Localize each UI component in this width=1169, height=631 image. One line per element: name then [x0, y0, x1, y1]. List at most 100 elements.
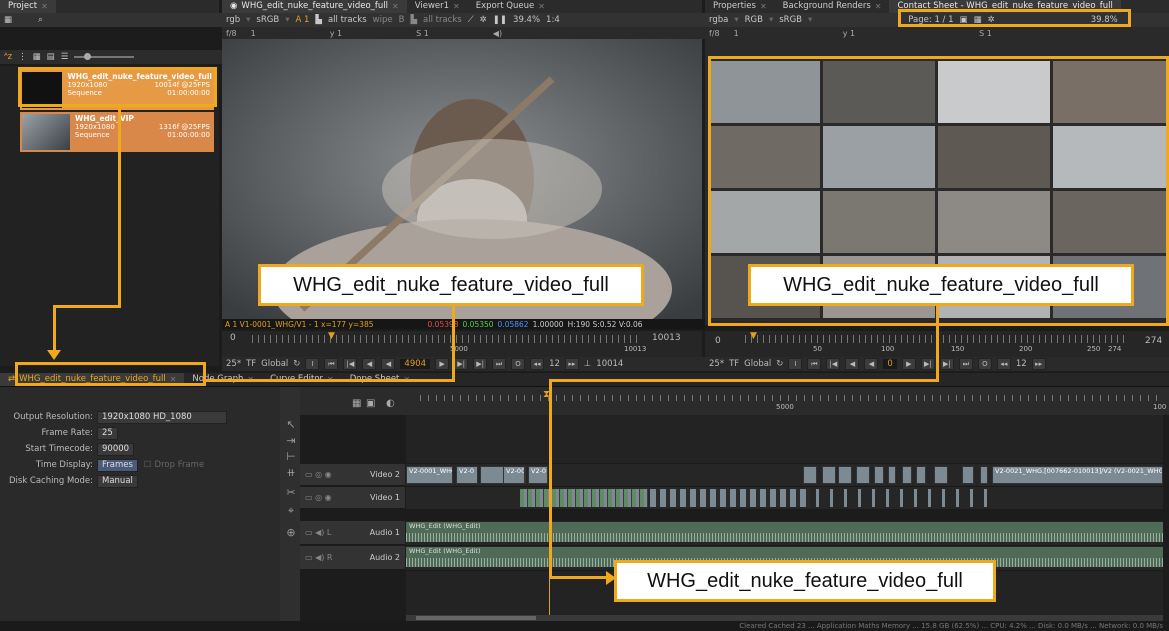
audio-track-controls[interactable]: ▭ ◀) R [305, 553, 332, 562]
viewer-timeline-ruler[interactable]: 0 5000 10013 10013 ▼ [222, 331, 702, 357]
next-frame-button[interactable]: ▶| [454, 358, 469, 370]
last-frame-button[interactable]: ⏭ [492, 358, 507, 370]
track-lane-video-1[interactable] [406, 487, 1163, 510]
track-header-audio-1[interactable]: ▭ ◀) L Audio 1 [300, 521, 405, 545]
timeline-clip[interactable] [874, 466, 884, 484]
drop-frame-checkbox[interactable]: ☐ [144, 460, 152, 470]
timeline-clip[interactable]: V2-000 [503, 466, 525, 484]
track-lane-video-2[interactable]: V2-0001_WHG V2-0 V2-000 V2-0 V2-0021_WHG… [406, 464, 1163, 487]
trim-tool-icon[interactable]: ⊢ [284, 450, 298, 464]
step-forward-button[interactable]: ▸▸ [1031, 358, 1046, 370]
timeline-clip[interactable] [838, 466, 852, 484]
list-view-icon[interactable]: ⋮ [18, 52, 27, 62]
saturation-field[interactable]: S 1 [979, 29, 992, 38]
lut-dropdown[interactable]: RGB [745, 15, 763, 25]
thumb-size-slider[interactable] [74, 53, 135, 60]
current-frame-field[interactable]: 4904 [400, 359, 431, 369]
fstop-field[interactable]: f/8 [226, 29, 237, 38]
timeline-clip[interactable]: V2-0 [456, 466, 478, 484]
last-frame-button[interactable]: ⏭ [958, 358, 973, 370]
play-button[interactable]: ▶ [901, 358, 916, 370]
snap-icon[interactable]: ◐ [386, 398, 395, 409]
close-icon[interactable]: ✕ [392, 0, 399, 13]
snapshot-icon[interactable]: ▣ [366, 398, 375, 409]
close-icon[interactable]: ✕ [538, 0, 545, 13]
razor-tool-icon[interactable]: ✂ [284, 486, 298, 500]
prev-key-button[interactable]: |◀ [826, 358, 841, 370]
tf-dropdown[interactable]: TF [729, 359, 739, 369]
range-mode-dropdown[interactable]: Global [261, 359, 288, 369]
thumb-view-icon[interactable]: ▦ [33, 52, 41, 62]
timeline-ruler[interactable]: ⧗ 5000 100 [300, 387, 1169, 415]
time-display-dropdown[interactable]: Frames [97, 458, 138, 472]
timeline-clip[interactable]: V2-0001_WHG [406, 466, 453, 484]
step-back-button[interactable]: ◂◂ [530, 358, 545, 370]
channels-dropdown[interactable]: rgba [709, 15, 728, 25]
bin-item-sequence-vip[interactable]: WHG_edit_VIP 1920x1080 Sequence 1316f @2… [20, 112, 214, 152]
next-key-button[interactable]: ▶| [473, 358, 488, 370]
tracks-b-dropdown[interactable]: all tracks [423, 15, 462, 25]
track-header-video-1[interactable]: ▭ ◎ ◉ Video 1 [300, 487, 405, 509]
prev-frame-button[interactable]: ◀ [362, 358, 377, 370]
timeline-clip[interactable] [856, 466, 870, 484]
in-point-button[interactable]: I [788, 358, 803, 370]
step-forward-button[interactable]: ▸▸ [564, 358, 579, 370]
playhead-icon[interactable]: ▼ [750, 331, 757, 341]
track-header-video-2[interactable]: ▭ ◎ ◉ Video 2 [300, 464, 405, 486]
multi-tool-icon[interactable]: ⌖ [284, 504, 298, 518]
timeline-clip[interactable] [888, 466, 896, 484]
next-frame-button[interactable]: ▶| [920, 358, 935, 370]
scrollbar-thumb[interactable] [416, 616, 536, 620]
tab-properties[interactable]: Properties ✕ [705, 0, 775, 13]
sort-icon[interactable]: ᴬz [4, 52, 12, 62]
fps-dropdown[interactable]: 25* [709, 359, 724, 369]
timeline-clip[interactable] [980, 466, 988, 484]
saturation-field[interactable]: S 1 [416, 29, 429, 38]
colorspace-dropdown[interactable]: sRGB [256, 15, 279, 25]
timeline-clips-dense[interactable] [520, 489, 648, 507]
close-icon[interactable]: ✕ [875, 0, 882, 13]
prev-frame-button[interactable]: ◀ [845, 358, 860, 370]
out-point-button[interactable]: O [511, 358, 526, 370]
next-key-button[interactable]: ▶| [939, 358, 954, 370]
grid-view-icon[interactable]: ▦ [352, 398, 361, 409]
pause-icon[interactable]: ❚❚ [493, 15, 507, 25]
prev-key-button[interactable]: |◀ [343, 358, 358, 370]
proxy-dropdown[interactable]: 1:4 [546, 15, 560, 25]
disk-caching-dropdown[interactable]: Manual [97, 474, 138, 488]
start-timecode-field[interactable]: 90000 [97, 442, 135, 456]
slip-tool-icon[interactable]: ⧺ [284, 466, 298, 480]
play-back-button[interactable]: ◀ [381, 358, 396, 370]
timeline-clip[interactable] [822, 466, 836, 484]
details-view-icon[interactable]: ☰ [61, 52, 69, 62]
input-b-dropdown[interactable]: B [399, 15, 405, 25]
tab-background-renders[interactable]: Background Renders ✕ [775, 0, 890, 13]
track-lane-audio-1[interactable]: WHG_Edit (WHG_Edit) [406, 521, 1163, 546]
fps-dropdown[interactable]: 25* [226, 359, 241, 369]
settings-icon[interactable]: ✲ [480, 15, 487, 25]
paint-icon[interactable]: ⟋ [468, 15, 474, 25]
gamma-field[interactable]: y 1 [330, 29, 342, 38]
audio-track-controls[interactable]: ▭ ◀) L [305, 528, 331, 537]
tf-dropdown[interactable]: TF [246, 359, 256, 369]
track-controls-icon[interactable]: ▭ ◎ ◉ [305, 470, 332, 479]
timeline-clip[interactable] [962, 466, 974, 484]
close-icon[interactable]: ✕ [760, 0, 767, 13]
tab-sequence-viewer[interactable]: ◉ WHG_edit_nuke_feature_video_full ✕ [222, 0, 407, 13]
frame-field[interactable]: 1 [251, 29, 256, 38]
close-icon[interactable]: ✕ [453, 0, 460, 13]
colorspace-dropdown[interactable]: sRGB [779, 15, 802, 25]
step-back-button[interactable]: ◂◂ [996, 358, 1011, 370]
gamma-field[interactable]: y 1 [843, 29, 855, 38]
frame-rate-dropdown[interactable]: 25 [97, 426, 118, 440]
timeline-clip[interactable] [902, 466, 912, 484]
timeline-clips-sparse[interactable] [816, 489, 996, 507]
timeline-clip[interactable] [934, 466, 948, 484]
step-field[interactable]: 12 [549, 359, 560, 369]
current-frame-field[interactable]: 0 [883, 359, 897, 369]
track-header-audio-2[interactable]: ▭ ◀) R Audio 2 [300, 546, 405, 570]
tracks-a-dropdown[interactable]: all tracks [328, 15, 367, 25]
timeline-clip[interactable]: V2-0 [528, 466, 548, 484]
move-tool-icon[interactable]: ⇥ [284, 434, 298, 448]
frame-field[interactable]: 1 [734, 29, 739, 38]
